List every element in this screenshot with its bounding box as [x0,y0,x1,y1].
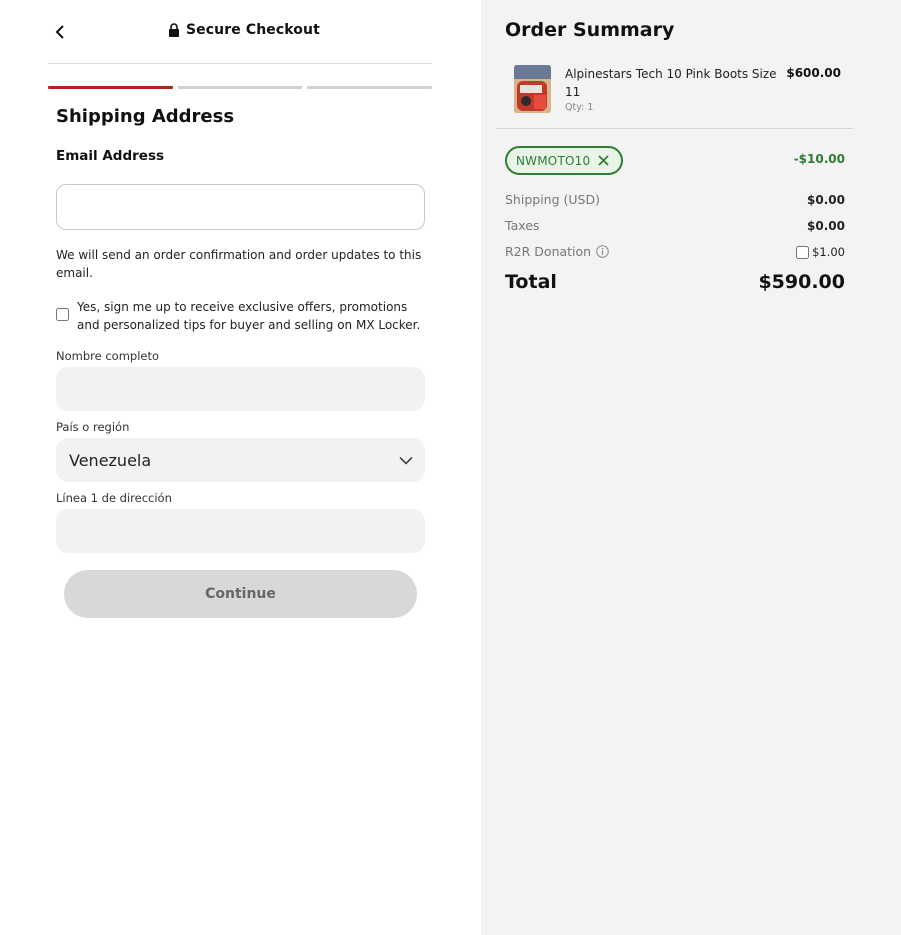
continue-button[interactable]: Continue [64,570,417,618]
checkout-form-panel: Secure Checkout Shipping Address Email A… [0,0,481,935]
taxes-value: $0.00 [807,219,845,233]
product-name: Alpinestars Tech 10 Pink Boots Size 11 [565,67,777,99]
taxes-label: Taxes [505,218,540,233]
country-selected-value: Venezuela [69,450,152,470]
promo-code-chip[interactable]: NWMOTO10 [505,146,623,175]
lock-icon [169,23,179,37]
donation-value: $1.00 [812,245,845,259]
address-line1-label: Línea 1 de dirección [56,491,172,505]
back-button[interactable] [50,22,70,42]
country-select[interactable]: Venezuela [56,438,425,482]
marketing-optin: Yes, sign me up to receive exclusive off… [56,298,428,334]
total-value: $590.00 [758,271,845,293]
shipping-value: $0.00 [807,193,845,207]
country-label: País o región [56,420,130,434]
progress-step-1 [48,86,173,89]
progress-step-3 [307,86,433,89]
checkout-progress [48,86,433,89]
page-header: Secure Checkout [168,22,320,38]
product-thumbnail [514,65,551,113]
info-icon[interactable] [596,245,609,258]
total-label: Total [505,271,557,293]
full-name-field[interactable] [56,367,425,411]
product-price: $600.00 [786,66,841,80]
product-qty: Qty: 1 [565,102,594,113]
summary-divider [496,128,853,129]
email-note: We will send an order confirmation and o… [56,248,422,280]
marketing-optin-label: Yes, sign me up to receive exclusive off… [77,300,421,332]
shipping-label: Shipping (USD) [505,192,600,207]
chevron-left-icon [55,25,64,39]
email-label: Email Address [56,148,165,164]
full-name-label: Nombre completo [56,349,160,363]
progress-step-2 [177,86,303,89]
order-summary-panel: Order Summary Alpinestars Tech 10 Pink B… [481,0,901,935]
product-image [514,65,551,113]
promo-discount: -$10.00 [793,152,845,166]
section-title: Shipping Address [56,106,235,127]
close-icon[interactable] [598,155,609,166]
donation-checkbox[interactable] [796,246,809,259]
address-line1-field[interactable] [56,509,425,553]
summary-title: Order Summary [505,19,675,41]
header-divider [48,63,432,64]
donation-label: R2R Donation [505,244,592,259]
marketing-optin-checkbox[interactable] [56,308,69,321]
chevron-down-icon [399,456,413,465]
email-field[interactable] [56,184,425,230]
promo-code: NWMOTO10 [516,153,591,168]
page-title: Secure Checkout [186,22,320,38]
